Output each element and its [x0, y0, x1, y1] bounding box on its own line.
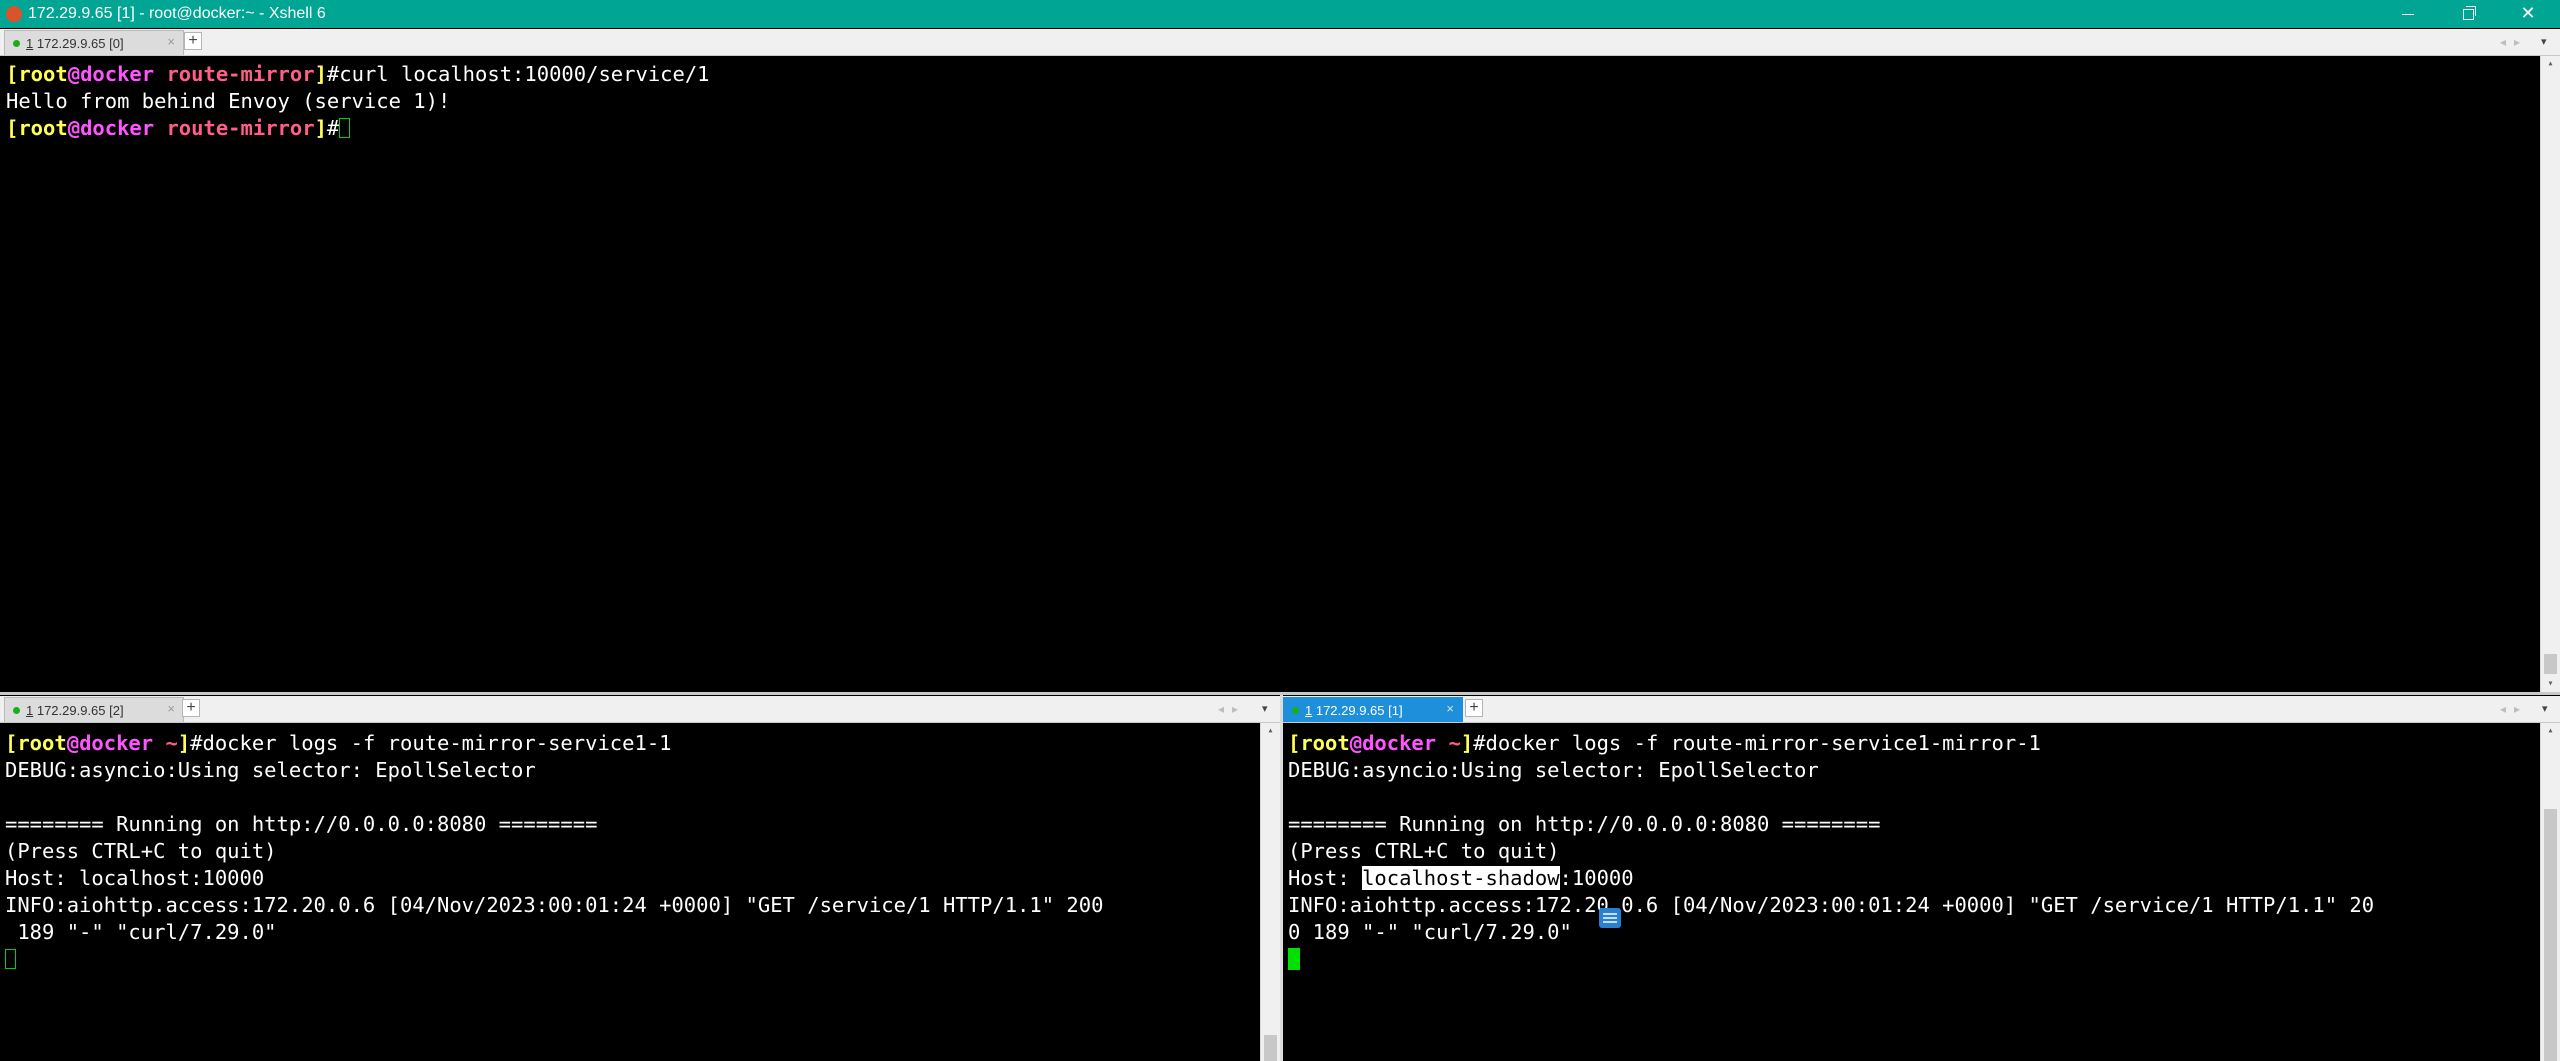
scrollbar-thumb[interactable] [1264, 1035, 1277, 1061]
add-tab-button[interactable]: + [1465, 699, 1483, 717]
add-tab-button[interactable]: + [184, 32, 202, 50]
scroll-up-icon[interactable]: ▴ [2541, 56, 2560, 72]
window-title: 172.29.9.65 [1] - root@docker:~ - Xshell… [28, 5, 326, 22]
command-text: curl localhost:10000/service/1 [339, 62, 710, 86]
tab-session-0[interactable]: 1 172.29.9.65 [0] × [4, 30, 184, 55]
tab-label: 1 172.29.9.65 [1] [1305, 702, 1403, 718]
bottom-right-tab-bar: 1 172.29.9.65 [1] × + ◂▸ ▾ [1283, 696, 2560, 723]
log-line: (Press CTRL+C to quit) [1288, 839, 1560, 863]
top-terminal[interactable]: [root@docker route-mirror]# curl localhos… [0, 56, 2540, 692]
scroll-down-icon[interactable]: ▾ [2541, 676, 2560, 692]
tab-label: 1 172.29.9.65 [0] [26, 35, 124, 51]
minimize-button[interactable] [2378, 0, 2438, 28]
scroll-up-icon[interactable]: ▴ [2541, 723, 2560, 739]
tab-list-dropdown-icon[interactable]: ▾ [2541, 35, 2547, 48]
restore-icon [2462, 5, 2476, 20]
connected-status-icon [13, 706, 20, 714]
terminal-line: [root@docker ~]#docker logs -f route-mir… [5, 731, 672, 755]
log-line: (Press CTRL+C to quit) [5, 839, 277, 863]
minimize-icon [2402, 13, 2414, 15]
close-tab-icon[interactable]: × [167, 701, 175, 716]
terminal-cursor [5, 949, 16, 969]
tab-list-dropdown-icon[interactable]: ▾ [1262, 702, 1268, 715]
log-line: INFO:aiohttp.access:172.20.0.6 [04/Nov/2… [1288, 893, 2375, 917]
connected-status-icon [13, 39, 20, 47]
terminal-line [1288, 946, 2540, 973]
top-tab-bar: 1 172.29.9.65 [0] × + ◂▸ ▾ [0, 29, 2560, 56]
log-line: Host: localhost:10000 [5, 866, 265, 890]
terminal-output-line: Hello from behind Envoy (service 1)! [6, 89, 451, 113]
terminal-line: [root@docker route-mirror]# [6, 115, 2540, 142]
command-text: docker logs -f route-mirror-service1-1 [202, 731, 672, 755]
log-line: 0 189 "-" "curl/7.29.0" [1288, 920, 1572, 944]
tab-label: 1 172.29.9.65 [2] [26, 702, 124, 718]
tab-scroll-arrows-icon[interactable]: ◂▸ [1218, 702, 1246, 716]
top-terminal-scrollbar[interactable]: ▴ ▾ [2540, 56, 2560, 692]
terminal-cursor [1288, 948, 1300, 970]
xshell-app-icon[interactable] [6, 6, 22, 22]
log-line: ======== Running on http://0.0.0.0:8080 … [5, 812, 598, 836]
maximize-button[interactable] [2438, 0, 2498, 28]
log-line: 189 "-" "curl/7.29.0" [5, 920, 277, 944]
close-tab-icon[interactable]: × [1446, 701, 1454, 716]
scrollbar-thumb[interactable] [2544, 809, 2557, 1061]
terminal-cursor [339, 118, 351, 138]
scroll-up-icon[interactable]: ▴ [1261, 723, 1280, 739]
bottom-left-tab-bar: 1 172.29.9.65 [2] × + ◂▸ ▾ [0, 696, 1280, 723]
scrollbar-thumb[interactable] [2544, 654, 2557, 674]
tab-list-dropdown-icon[interactable]: ▾ [2542, 702, 2548, 715]
log-line: DEBUG:asyncio:Using selector: EpollSelec… [1288, 758, 1819, 782]
tab-session-2[interactable]: 1 172.29.9.65 [2] × [4, 697, 184, 722]
terminal-line: [root@docker ~]#docker logs -f route-mir… [1288, 731, 2041, 755]
tab-session-1[interactable]: 1 172.29.9.65 [1] × [1283, 697, 1463, 722]
terminal-line: [root@docker route-mirror]#curl localhos… [6, 62, 710, 86]
log-line: ======== Running on http://0.0.0.0:8080 … [1288, 812, 1881, 836]
log-line: DEBUG:asyncio:Using selector: EpollSelec… [5, 758, 536, 782]
close-icon: ✕ [2520, 3, 2536, 24]
bottom-right-terminal-scrollbar[interactable]: ▴ [2540, 723, 2560, 1061]
bottom-left-terminal-scrollbar[interactable]: ▴ [1260, 723, 1280, 1061]
bottom-left-terminal[interactable]: [root@docker ~]#docker logs -f route-mir… [0, 723, 1260, 1061]
tab-scroll-arrows-icon[interactable]: ◂▸ [2500, 702, 2528, 716]
bottom-right-terminal[interactable]: [root@docker ~]#docker logs -f route-mir… [1283, 723, 2540, 1061]
window-titlebar: 172.29.9.65 [1] - root@docker:~ - Xshell… [0, 0, 2560, 28]
log-line: Host: localhost-shadow:10000 [1288, 866, 1634, 890]
close-window-button[interactable]: ✕ [2498, 0, 2558, 28]
terminal-line [5, 946, 1260, 973]
tab-scroll-arrows-icon[interactable]: ◂▸ [2500, 35, 2528, 49]
connected-status-icon [1292, 706, 1299, 714]
selected-text[interactable]: localhost-shadow [1362, 866, 1560, 890]
command-text: docker logs -f route-mirror-service1-mir… [1485, 731, 2041, 755]
add-tab-button[interactable]: + [182, 699, 200, 717]
compose-note-icon[interactable] [1599, 908, 1621, 928]
log-line: INFO:aiohttp.access:172.20.0.6 [04/Nov/2… [5, 893, 1104, 917]
close-tab-icon[interactable]: × [167, 34, 175, 49]
